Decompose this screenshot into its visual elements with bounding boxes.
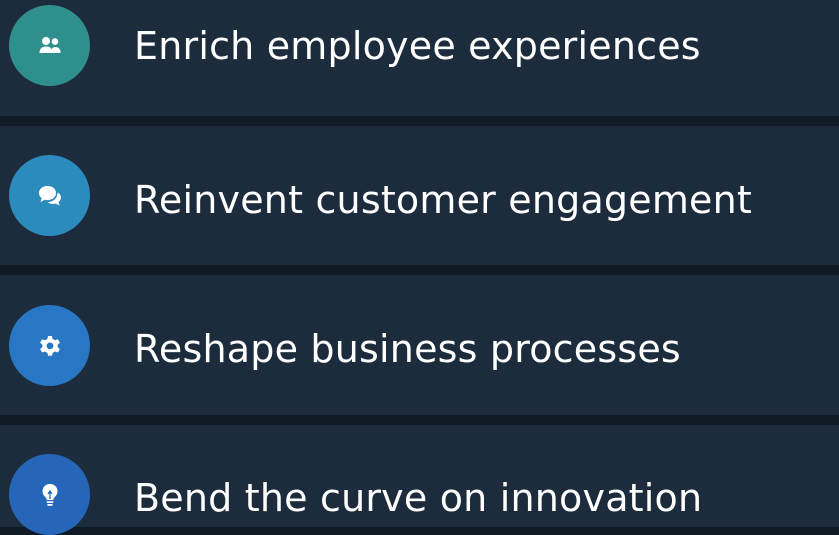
list-item-reinvent-customer-engagement[interactable]: Reinvent customer engagement [0,126,839,265]
goals-list: Enrich employee experiences Reinvent cus… [0,0,839,535]
list-item-enrich-employee-experiences[interactable]: Enrich employee experiences [0,0,839,116]
lightbulb-icon [9,454,90,535]
list-item-label: Reinvent customer engagement [134,178,753,222]
list-item-bend-the-curve-on-innovation[interactable]: Bend the curve on innovation [0,425,839,535]
list-item-label: Bend the curve on innovation [134,476,703,520]
chat-bubbles-icon [9,155,90,236]
list-item-reshape-business-processes[interactable]: Reshape business processes [0,275,839,415]
list-item-label: Enrich employee experiences [134,24,701,68]
gear-icon [9,305,90,386]
people-icon [9,5,90,86]
list-item-label: Reshape business processes [134,327,681,371]
